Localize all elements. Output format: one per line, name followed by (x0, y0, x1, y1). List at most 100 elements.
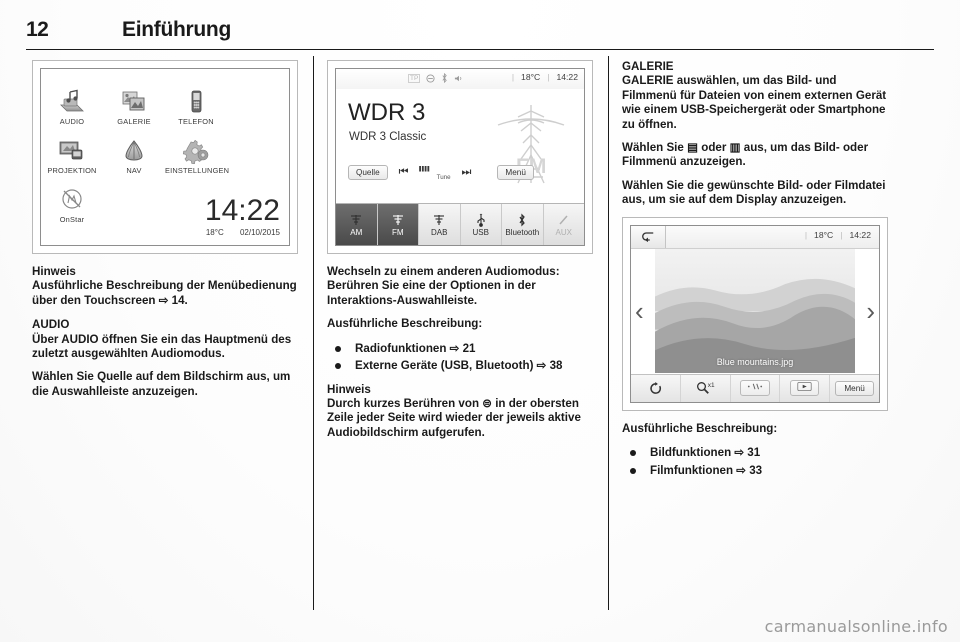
tab-label: Bluetooth (505, 227, 540, 237)
audio-source-tab-bar: AM FM DAB USB Bluetooth AUX (336, 203, 584, 245)
next-station-button[interactable]: ⏭ (462, 166, 472, 179)
gallery-status-right: | 18°C | 14:22 (804, 229, 871, 240)
home-tile-label: EINSTELLUNGEN (165, 166, 230, 175)
column-divider-2 (608, 56, 610, 610)
tab-fm[interactable]: FM (377, 204, 419, 245)
radio-main-area: WDR 3 WDR 3 Classic Quelle ⏮ Tune ⏭ Menü (336, 89, 584, 201)
previous-image-chevron-icon[interactable]: ‹ (635, 298, 644, 324)
home-tile-telefon[interactable]: TELEFON (165, 77, 227, 126)
tab-label: USB (472, 227, 489, 237)
home-tile-nav[interactable]: NAV (103, 126, 165, 175)
home-tile-audio[interactable]: AUDIO (41, 77, 103, 126)
slideshow-play-icon (790, 380, 820, 397)
aux-jack-icon (558, 213, 570, 228)
site-watermark: carmanualsonline.info (764, 617, 948, 636)
home-tile-onstar[interactable]: OnStar (41, 175, 103, 224)
antenna-icon (350, 213, 362, 228)
radio-paragraph-1: Wechseln zu einem anderen Audiomodus: Be… (327, 265, 560, 307)
tune-label: Tune (436, 173, 451, 181)
home-tile-projektion[interactable]: PROJEKTION (41, 126, 103, 175)
home-tile-label: AUDIO (59, 117, 85, 126)
radio-paragraph-2: Ausführliche Beschreibung: (327, 317, 483, 331)
gallery-paragraph-3: Wählen Sie die gewünschte Bild- oder Fil… (622, 178, 886, 207)
tab-label: AM (350, 227, 363, 237)
next-image-chevron-icon[interactable]: › (866, 298, 875, 324)
tp-indicator-icon: TP (408, 73, 421, 83)
bullet-dot (630, 467, 636, 474)
station-info: WDR 3 Classic (349, 131, 427, 143)
settings-gears-icon (165, 130, 227, 164)
gallery-heading: GALERIE (622, 60, 674, 73)
zoom-button[interactable]: x1 (681, 374, 731, 402)
gallery-viewer: ‹ › Blue mountains.jpg (631, 248, 879, 373)
audio-paragraph-1: Über AUDIO öffnen Sie ein das Hauptmenü … (32, 332, 292, 361)
bluetooth-icon (517, 213, 527, 228)
station-name: WDR 3 (348, 99, 426, 126)
bullet-text: Externe Geräte (USB, Bluetooth) ⇨ 38 (355, 359, 563, 373)
note-heading-1: Hinweis (32, 265, 76, 278)
gallery-bullet-list: Bildfunktionen ⇨ 31 Filmfunktionen ⇨ 33 (622, 445, 888, 478)
rotate-button[interactable] (631, 374, 681, 402)
column-2: TP | 18°C | 14:22 WDR 3 WDR 3 Classic Qu… (327, 60, 597, 449)
gallery-paragraph-4: Ausführliche Beschreibung: (622, 421, 778, 435)
gallery-status-bar: | 18°C | 14:22 (631, 225, 879, 249)
status-right-group: | 18°C | 14:22 (511, 72, 578, 82)
tab-label: FM (391, 227, 404, 237)
bullet-text: Radiofunktionen ⇨ 21 (355, 341, 476, 355)
audio-icon (41, 81, 103, 115)
list-item: Bildfunktionen ⇨ 31 (622, 445, 888, 461)
brightness-button[interactable] (731, 374, 781, 402)
column-3: GALERIE GALERIE auswählen, um das Bild- … (622, 60, 888, 480)
radio-status-bar: TP | 18°C | 14:22 (336, 69, 584, 89)
gallery-icon (103, 81, 165, 115)
home-tile-label: TELEFON (178, 117, 214, 126)
antenna-icon (392, 213, 404, 228)
home-clock-area: 14:22 18°C 02/10/2015 (192, 196, 280, 238)
tab-aux[interactable]: AUX (544, 204, 585, 245)
radio-menu-button[interactable]: Menü (497, 165, 534, 180)
home-tile-label: PROJEKTION (47, 166, 97, 175)
audio-heading: AUDIO (32, 318, 70, 332)
list-item: Radiofunktionen ⇨ 21 (327, 341, 597, 357)
gallery-screen-figure: | 18°C | 14:22 ‹ › Blue mountains.jpg x1… (622, 216, 888, 411)
radio-screen-figure: TP | 18°C | 14:22 WDR 3 WDR 3 Classic Qu… (327, 60, 593, 254)
page-header: 12 Einführung (26, 18, 934, 52)
home-screen-figure: AUDIO GALERIE TELEFON PROJEKTION NAV EIN… (32, 60, 298, 254)
phone-icon (165, 81, 227, 115)
home-tile-galerie[interactable]: GALERIE (103, 77, 165, 126)
tab-usb[interactable]: USB (461, 204, 502, 245)
back-arrow-icon[interactable] (631, 225, 666, 248)
list-item: Externe Geräte (USB, Bluetooth) ⇨ 38 (327, 358, 597, 374)
infotainment-home-screen: AUDIO GALERIE TELEFON PROJEKTION NAV EIN… (41, 69, 289, 245)
projection-icon (41, 130, 103, 164)
onstar-icon (41, 179, 103, 213)
bullet-text: Filmfunktionen ⇨ 33 (650, 463, 763, 477)
home-tile-einstellungen[interactable]: EINSTELLUNGEN (165, 126, 230, 175)
gallery-temperature: 18°C (814, 229, 834, 240)
speaker-icon (455, 75, 462, 81)
no-entry-icon (426, 73, 435, 83)
gallery-photo[interactable]: Blue mountains.jpg (655, 248, 855, 373)
slideshow-button[interactable] (780, 374, 831, 402)
tab-bluetooth[interactable]: Bluetooth (502, 204, 544, 245)
tab-am[interactable]: AM (336, 204, 378, 245)
gallery-menu-button[interactable]: Menü (835, 380, 874, 396)
list-item: Filmfunktionen ⇨ 33 (622, 463, 888, 479)
header-divider (26, 49, 934, 51)
source-button[interactable]: Quelle (348, 165, 388, 180)
bullet-dot (335, 345, 341, 352)
radio-bullet-list: Radiofunktionen ⇨ 21 Externe Geräte (USB… (327, 341, 597, 374)
home-tile-label: OnStar (59, 215, 85, 224)
previous-station-button[interactable]: ⏮ (399, 166, 409, 179)
gallery-menu-cell[interactable]: Menü (830, 375, 879, 402)
tab-label: AUX (555, 227, 572, 237)
note-text-1: Ausführliche Beschreibung der Menübedien… (32, 279, 297, 307)
radio-clock: 14:22 (556, 72, 578, 82)
tab-dab[interactable]: DAB (419, 204, 461, 245)
infotainment-radio-screen: TP | 18°C | 14:22 WDR 3 WDR 3 Classic Qu… (336, 69, 584, 245)
tune-button[interactable]: Tune (418, 165, 451, 181)
status-icon-group: TP (408, 73, 463, 83)
gallery-paragraph-1: GALERIE auswählen, um das Bild- und Film… (622, 74, 887, 131)
bullet-dot (335, 363, 341, 370)
bullet-text: Bildfunktionen ⇨ 31 (650, 446, 761, 460)
